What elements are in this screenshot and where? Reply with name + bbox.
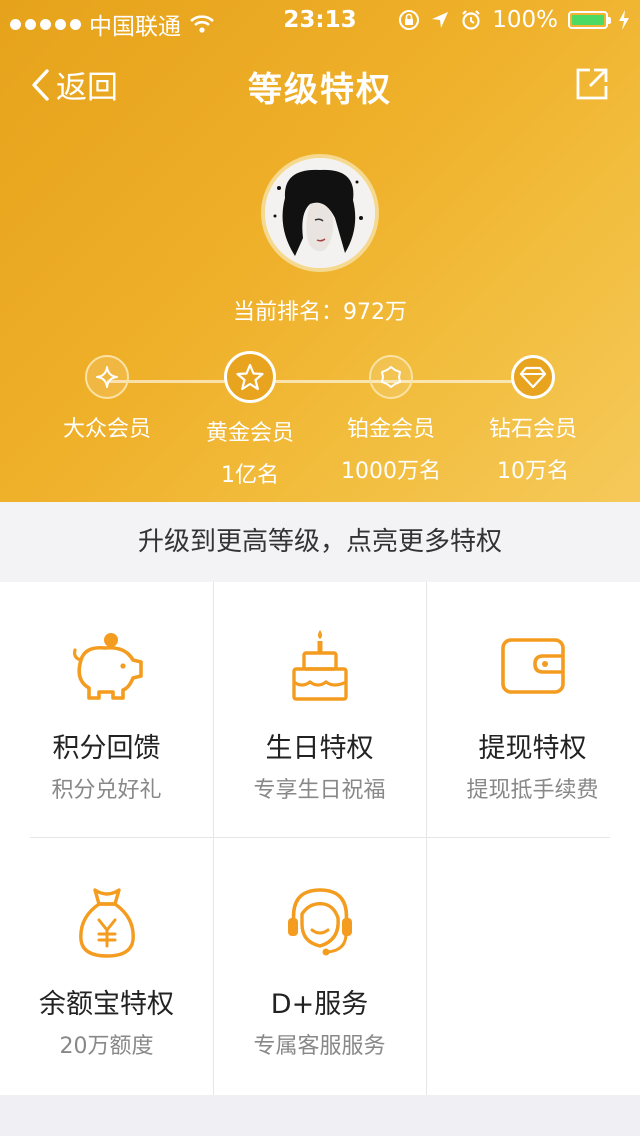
diamond-icon [519, 366, 547, 389]
membership-levels: 大众会员 黄金会员 1亿名 铂金会员 1000万名 钻石会员 10万名 [0, 351, 640, 488]
battery-icon [568, 11, 611, 29]
header-background: 中国联通 23:13 100% 返回 等级特权 当前排名：972万 大众会员 黄… [0, 0, 640, 502]
level-item-public[interactable]: 大众会员 [37, 355, 177, 453]
piggy-bank-icon [72, 633, 143, 700]
privilege-subtitle: 20万额度 [59, 1034, 154, 1059]
level-name: 铂金会员 [346, 417, 435, 442]
octagon-badge-icon [381, 366, 401, 388]
wallet-icon [500, 638, 565, 694]
privilege-withdraw[interactable]: 提现特权 提现抵手续费 [426, 582, 639, 838]
sparkle-icon [96, 366, 118, 388]
level-count: 1亿名 [221, 463, 279, 488]
charging-icon [619, 10, 629, 30]
privilege-title: 积分回馈 [52, 733, 161, 764]
page-title: 等级特权 [248, 70, 392, 110]
privilege-subtitle: 提现抵手续费 [466, 778, 599, 803]
avatar-portrait-icon [265, 158, 375, 268]
privilege-subtitle: 专享生日祝福 [253, 778, 386, 803]
battery-percent: 100% [492, 7, 558, 33]
customer-service-icon [287, 888, 352, 956]
level-count: 1000万名 [341, 459, 441, 484]
privileges-grid: 积分回馈 积分兑好礼 生日特权 专享生日祝福 提现特权 提现抵手续费 余额宝特权… [0, 582, 640, 1095]
privilege-title: D+服务 [270, 989, 369, 1020]
share-button[interactable] [574, 66, 610, 106]
avatar[interactable] [261, 154, 379, 272]
level-item-gold[interactable]: 黄金会员 1亿名 [180, 351, 320, 489]
privilege-subtitle: 积分兑好礼 [51, 778, 162, 803]
rotation-lock-icon [399, 10, 420, 30]
privilege-title: 余额宝特权 [39, 989, 174, 1020]
birthday-cake-icon [291, 630, 348, 701]
money-bag-icon [78, 888, 135, 958]
level-count: 10万名 [497, 459, 569, 484]
navigation-bar: 返回 等级特权 [0, 48, 640, 120]
level-name: 大众会员 [62, 417, 151, 442]
level-item-diamond[interactable]: 钻石会员 10万名 [463, 355, 603, 485]
privilege-yuebao[interactable]: 余额宝特权 20万额度 [0, 838, 213, 1094]
privilege-title: 提现特权 [478, 733, 587, 764]
level-item-platinum[interactable]: 铂金会员 1000万名 [321, 355, 461, 485]
privilege-points-rewards[interactable]: 积分回馈 积分兑好礼 [0, 582, 213, 838]
upgrade-banner: 升级到更高等级，点亮更多特权 [0, 502, 640, 582]
privilege-birthday[interactable]: 生日特权 专享生日祝福 [213, 582, 426, 838]
alarm-icon [462, 10, 481, 30]
privilege-d-plus-service[interactable]: D+服务 专属客服服务 [213, 838, 426, 1094]
privilege-subtitle: 专属客服服务 [253, 1034, 386, 1059]
privilege-title: 生日特权 [265, 733, 374, 764]
star-icon [236, 363, 264, 391]
current-rank: 当前排名：972万 [233, 300, 407, 325]
location-icon [432, 12, 449, 28]
level-name: 钻石会员 [488, 417, 577, 442]
level-name: 黄金会员 [205, 421, 294, 446]
status-bar: 中国联通 23:13 100% [0, 0, 640, 40]
share-icon [576, 68, 608, 100]
